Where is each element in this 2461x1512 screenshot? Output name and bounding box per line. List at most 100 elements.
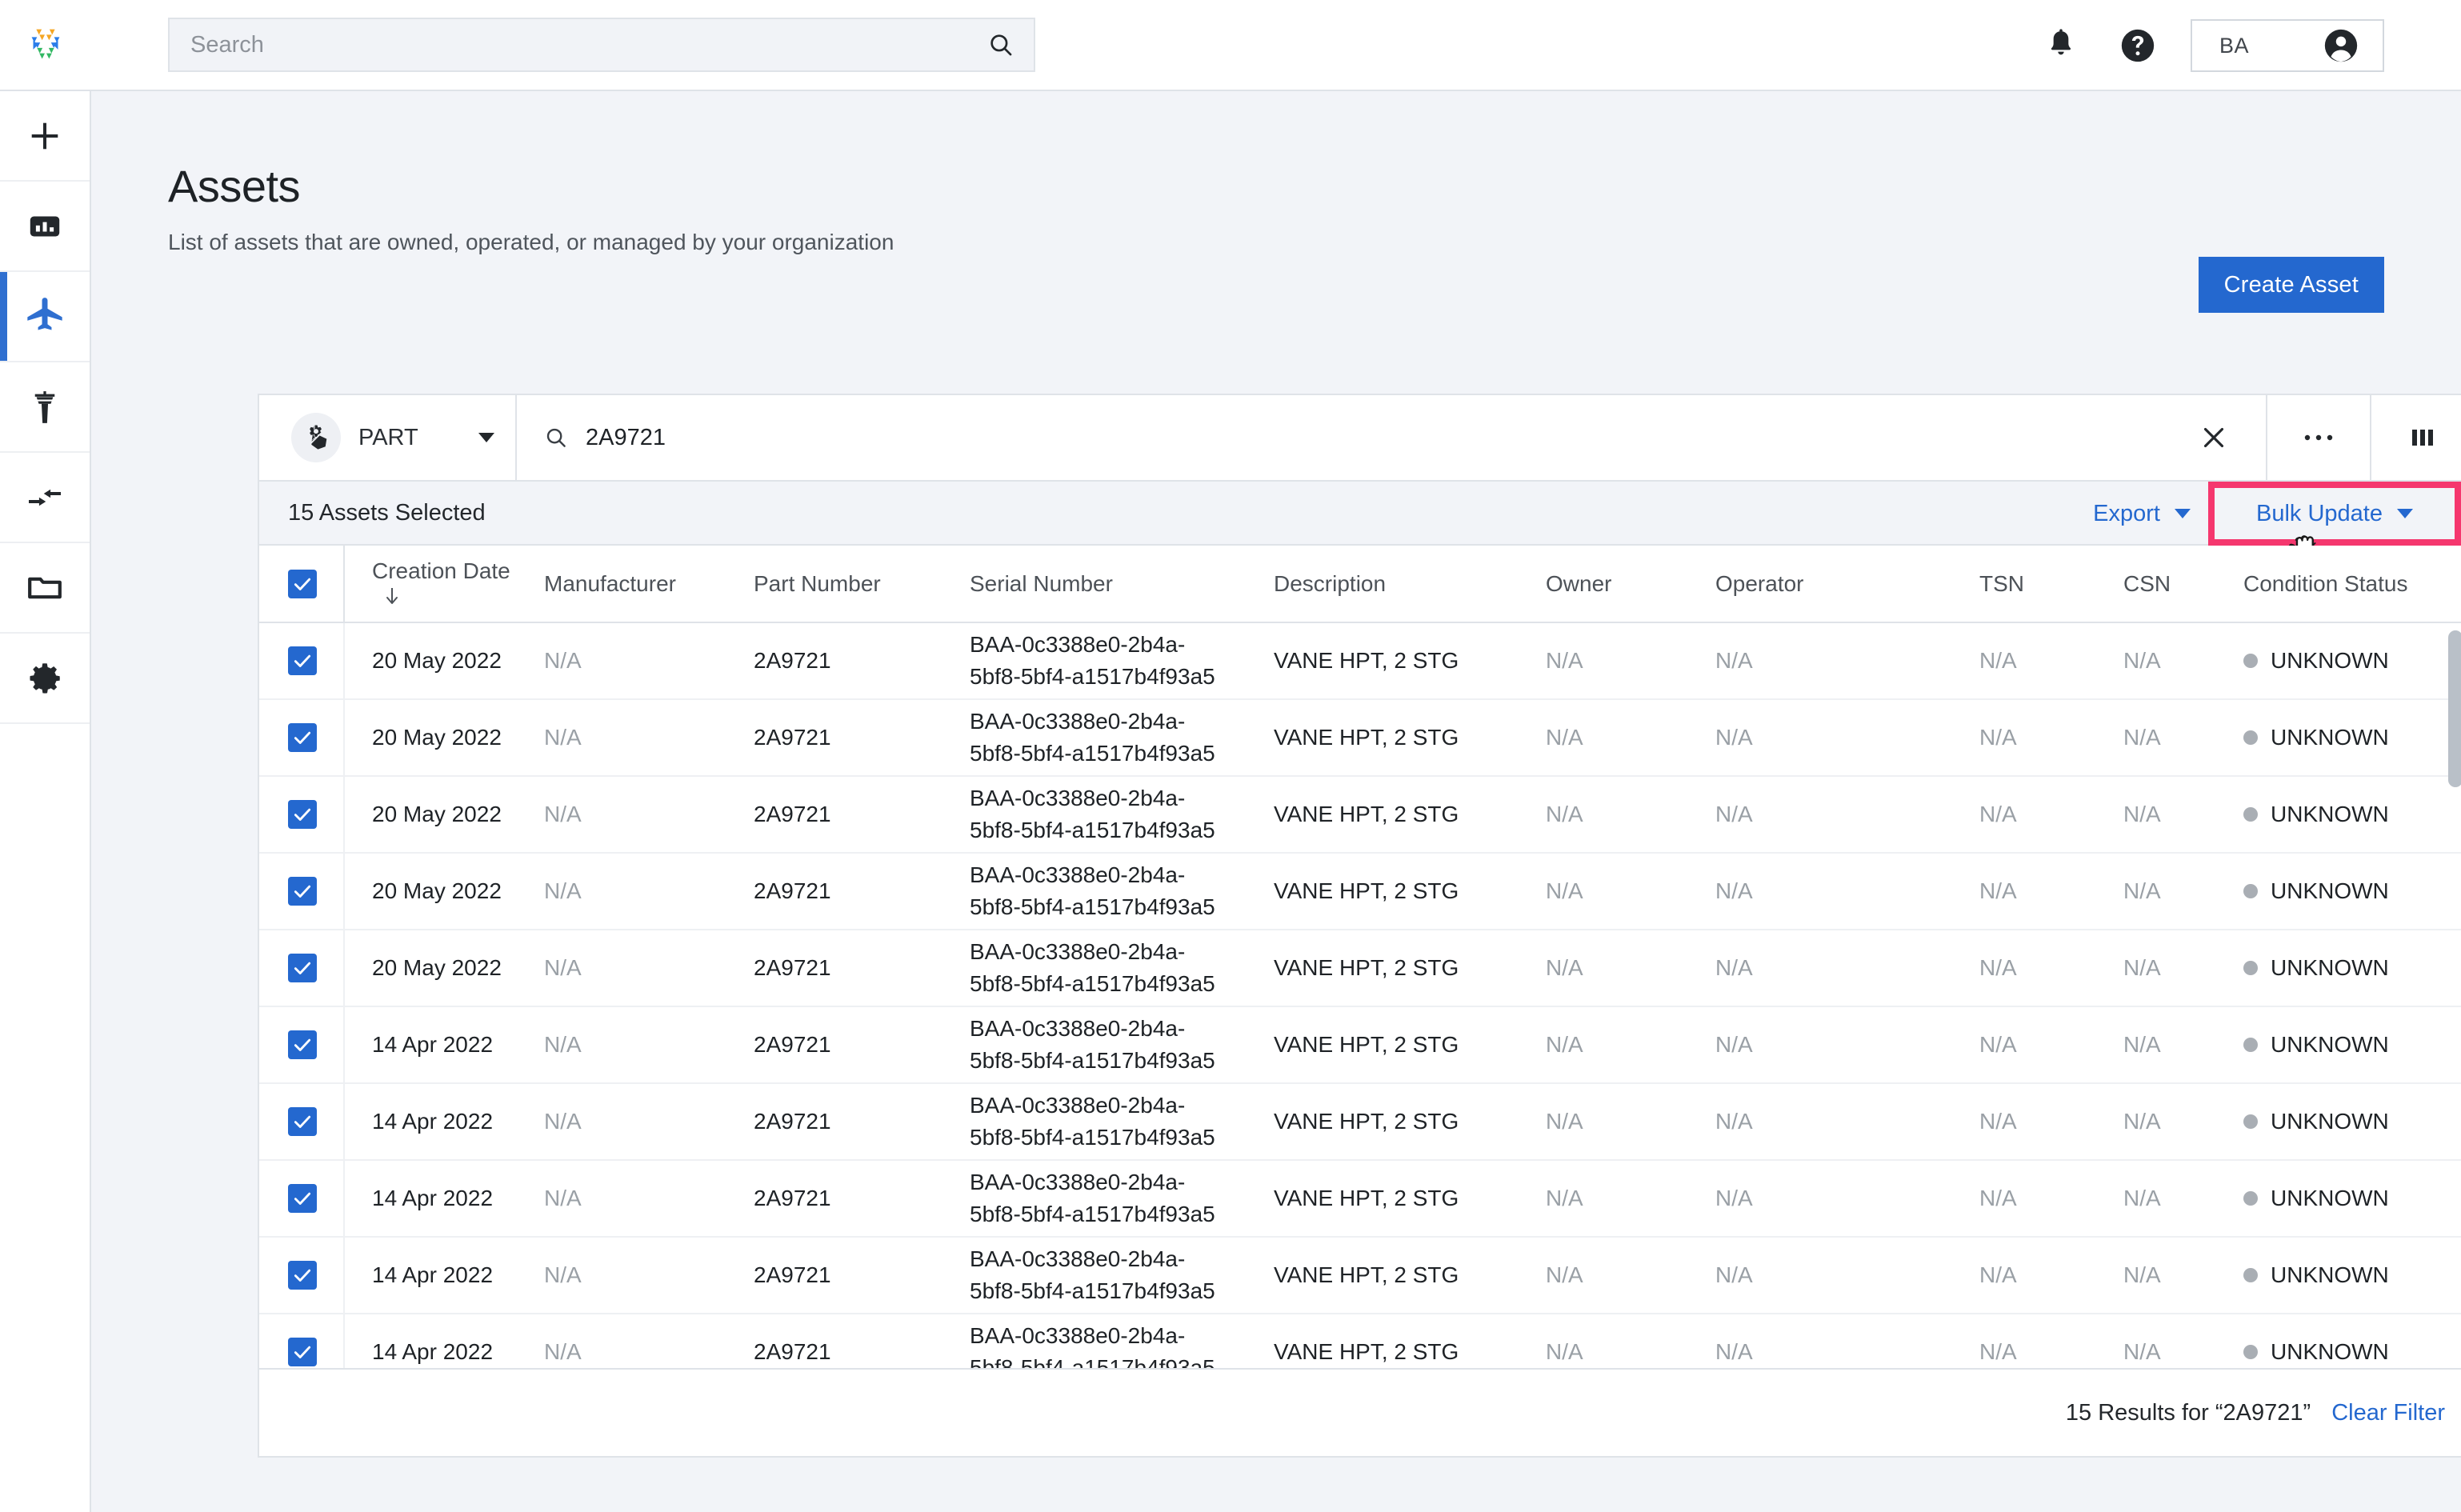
column-header-csn[interactable]: CSN xyxy=(2123,546,2243,623)
row-checkbox[interactable] xyxy=(288,1184,317,1213)
cell-owner: N/A xyxy=(1546,1006,1715,1084)
cell-part-number: 2A9721 xyxy=(754,1314,970,1368)
column-header-serial-number[interactable]: Serial Number xyxy=(970,546,1274,623)
check-icon xyxy=(294,962,311,974)
asset-search-input[interactable] xyxy=(586,424,2162,451)
column-header-tsn[interactable]: TSN xyxy=(1979,546,2123,623)
row-checkbox[interactable] xyxy=(288,646,317,675)
sidebar-item-transfers[interactable] xyxy=(0,453,90,543)
table-row[interactable]: 14 Apr 2022 N/A 2A9721 BAA-0c3388e0-2b4a- 5b… xyxy=(259,1314,2461,1368)
selected-count-label: 15 Assets Selected xyxy=(288,499,486,526)
cell-serial-number: BAA-0c3388e0-2b4a- 5bf8-5bf4-a1517b4f93a5 xyxy=(970,1083,1274,1161)
sidebar-item-settings[interactable] xyxy=(0,634,90,724)
cell-description: VANE HPT, 2 STG xyxy=(1274,622,1546,700)
cell-manufacturer: N/A xyxy=(544,853,754,930)
row-checkbox[interactable] xyxy=(288,954,317,982)
cell-part-number: 2A9721 xyxy=(754,622,970,700)
chevron-down-icon xyxy=(478,433,494,442)
folder-icon xyxy=(28,577,62,598)
cell-manufacturer: N/A xyxy=(544,1160,754,1238)
top-bar-actions: BA xyxy=(2023,0,2461,91)
table-row[interactable]: 14 Apr 2022 N/A 2A9721 BAA-0c3388e0-2b4a- 5b… xyxy=(259,1006,2461,1084)
column-header-creation-date[interactable]: Creation Date xyxy=(344,546,544,623)
help-button[interactable] xyxy=(2099,0,2176,91)
table-row[interactable]: 20 May 2022 N/A 2A9721 BAA-0c3388e0-2b4a- 5b… xyxy=(259,930,2461,1007)
sidebar-item-operations[interactable] xyxy=(0,362,90,453)
row-checkbox[interactable] xyxy=(288,877,317,906)
table-vertical-scrollbar[interactable] xyxy=(2448,630,2461,787)
account-initials: BA xyxy=(2219,33,2250,58)
table-row[interactable]: 20 May 2022 N/A 2A9721 BAA-0c3388e0-2b4a- 5b… xyxy=(259,699,2461,777)
cell-description: VANE HPT, 2 STG xyxy=(1274,776,1546,854)
check-icon xyxy=(294,1192,311,1205)
status-dot xyxy=(2243,807,2258,822)
more-horizontal-icon xyxy=(2304,434,2333,441)
row-select-cell xyxy=(259,1160,345,1238)
asset-type-dropdown[interactable]: PART xyxy=(259,395,517,480)
table-row[interactable]: 20 May 2022 N/A 2A9721 BAA-0c3388e0-2b4a- 5b… xyxy=(259,622,2461,700)
table-row[interactable]: 20 May 2022 N/A 2A9721 BAA-0c3388e0-2b4a- 5b… xyxy=(259,853,2461,930)
clear-search-button[interactable] xyxy=(2162,395,2266,480)
columns-button[interactable] xyxy=(2370,395,2461,480)
cell-csn: N/A xyxy=(2123,1160,2243,1238)
sidebar-item-assets[interactable] xyxy=(0,272,90,362)
create-asset-button[interactable]: Create Asset xyxy=(2198,257,2384,313)
notifications-button[interactable] xyxy=(2023,0,2099,91)
bulk-update-button[interactable]: Bulk Update xyxy=(2208,482,2461,564)
sidebar-item-documents[interactable] xyxy=(0,543,90,634)
row-checkbox[interactable] xyxy=(288,800,317,829)
clear-filter-link[interactable]: Clear Filter xyxy=(2331,1400,2445,1426)
asset-search[interactable] xyxy=(517,395,2162,480)
row-select-cell xyxy=(259,776,345,854)
global-search[interactable] xyxy=(168,18,1035,72)
export-button[interactable]: Export xyxy=(2075,490,2208,537)
sidebar-item-add[interactable] xyxy=(0,91,90,182)
column-header-condition-status[interactable]: Condition Status xyxy=(2243,546,2461,623)
row-checkbox[interactable] xyxy=(288,723,317,752)
row-select-cell xyxy=(259,699,345,777)
column-header-operator[interactable]: Operator xyxy=(1715,546,1979,623)
bulk-update-inner[interactable]: Bulk Update xyxy=(2239,490,2431,537)
cell-description: VANE HPT, 2 STG xyxy=(1274,1160,1546,1238)
search-input[interactable] xyxy=(190,31,987,58)
chevron-down-icon xyxy=(2175,509,2191,518)
cell-condition-status: UNKNOWN xyxy=(2243,1314,2461,1368)
account-menu[interactable]: BA xyxy=(2191,19,2384,72)
table-row[interactable]: 14 Apr 2022 N/A 2A9721 BAA-0c3388e0-2b4a- 5b… xyxy=(259,1083,2461,1161)
more-options-button[interactable] xyxy=(2266,395,2370,480)
row-checkbox[interactable] xyxy=(288,1030,317,1059)
table-body: 20 May 2022 N/A 2A9721 BAA-0c3388e0-2b4a- 5b… xyxy=(259,622,2461,1368)
status-dot xyxy=(2243,730,2258,745)
column-header-part-number[interactable]: Part Number xyxy=(754,546,970,623)
cell-owner: N/A xyxy=(1546,1160,1715,1238)
cell-condition-status: UNKNOWN xyxy=(2243,1083,2461,1161)
search-icon[interactable] xyxy=(987,31,1014,58)
table-row[interactable]: 20 May 2022 N/A 2A9721 BAA-0c3388e0-2b4a- 5b… xyxy=(259,776,2461,854)
cell-description: VANE HPT, 2 STG xyxy=(1274,930,1546,1007)
column-header-manufacturer[interactable]: Manufacturer xyxy=(544,546,754,623)
status-dot xyxy=(2243,1345,2258,1359)
cell-creation-date: 20 May 2022 xyxy=(344,930,544,1007)
cell-part-number: 2A9721 xyxy=(754,699,970,777)
cell-tsn: N/A xyxy=(1979,1314,2123,1368)
table-row[interactable]: 14 Apr 2022 N/A 2A9721 BAA-0c3388e0-2b4a- 5b… xyxy=(259,1160,2461,1238)
column-header-description[interactable]: Description xyxy=(1274,546,1546,623)
cell-csn: N/A xyxy=(2123,622,2243,700)
row-checkbox[interactable] xyxy=(288,1107,317,1136)
row-checkbox[interactable] xyxy=(288,1338,317,1366)
cell-manufacturer: N/A xyxy=(544,930,754,1007)
search-icon xyxy=(546,428,566,447)
cell-part-number: 2A9721 xyxy=(754,853,970,930)
cell-manufacturer: N/A xyxy=(544,1314,754,1368)
column-header-owner[interactable]: Owner xyxy=(1546,546,1715,623)
select-all-checkbox[interactable] xyxy=(288,569,317,598)
app-logo[interactable] xyxy=(0,0,91,90)
cell-serial-number: BAA-0c3388e0-2b4a- 5bf8-5bf4-a1517b4f93a5 xyxy=(970,853,1274,930)
cell-operator: N/A xyxy=(1715,776,1979,854)
sidebar-item-dashboard[interactable] xyxy=(0,182,90,272)
cell-serial-number: BAA-0c3388e0-2b4a- 5bf8-5bf4-a1517b4f93a5 xyxy=(970,1237,1274,1314)
cell-tsn: N/A xyxy=(1979,853,2123,930)
table-row[interactable]: 14 Apr 2022 N/A 2A9721 BAA-0c3388e0-2b4a- 5b… xyxy=(259,1237,2461,1314)
cell-operator: N/A xyxy=(1715,1006,1979,1084)
row-checkbox[interactable] xyxy=(288,1261,317,1290)
